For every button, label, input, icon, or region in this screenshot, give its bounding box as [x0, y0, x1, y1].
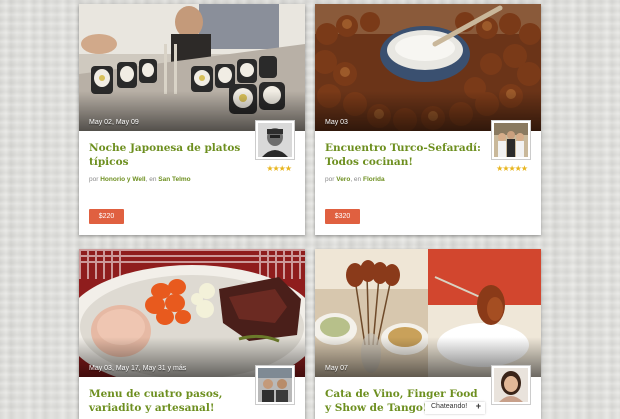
event-meta: por Honorio y Well, en San Telmo [89, 176, 191, 183]
chat-label: Chateando! [431, 403, 468, 410]
location-link[interactable]: San Telmo [158, 176, 190, 183]
event-card[interactable]: May 07 Cata de Vino, Finger Food y Show … [315, 249, 541, 419]
host-avatar[interactable] [255, 120, 295, 160]
event-title[interactable]: Encuentro Turco-Sefaradí: Todos cocinan! [325, 141, 485, 169]
meta-mid: , en [350, 176, 362, 183]
event-photo[interactable]: May 02, May 09 [79, 4, 305, 131]
host-avatar[interactable] [255, 365, 295, 405]
event-card[interactable]: May 02, May 09 ★★★★ Noche Japonesa de pl… [79, 4, 305, 235]
event-card[interactable]: May 03 ★★★★★ Encuentro Turco-Sefaradí: T… [315, 4, 541, 235]
meta-mid: , en [145, 176, 157, 183]
host-link[interactable]: Vero [336, 176, 350, 183]
price-button[interactable]: $220 [89, 209, 124, 224]
event-title[interactable]: Noche Japonesa de platos típicos [89, 141, 249, 169]
host-avatar[interactable] [491, 120, 531, 160]
event-title[interactable]: Menu de cuatro pasos, variadito y artesa… [89, 387, 249, 415]
event-dates: May 03, May 17, May 31 y más [89, 365, 187, 372]
rating-stars: ★★★★ [266, 164, 292, 173]
rating-stars: ★★★★★ [496, 164, 528, 173]
host-avatar[interactable] [491, 365, 531, 405]
meta-prefix: por [325, 176, 335, 183]
price-button[interactable]: $320 [325, 209, 360, 224]
chat-expand-icon[interactable]: + [476, 401, 481, 411]
event-photo[interactable]: May 03, May 17, May 31 y más [79, 249, 305, 377]
event-photo[interactable]: May 07 [315, 249, 541, 377]
chat-widget[interactable]: Chateando! + [425, 401, 485, 414]
event-dates: May 03 [325, 119, 348, 126]
event-photo[interactable]: May 03 [315, 4, 541, 131]
event-meta: por Vero, en Florida [325, 176, 385, 183]
event-dates: May 07 [325, 365, 348, 372]
meta-prefix: por [89, 176, 99, 183]
host-link[interactable]: Honorio y Well [100, 176, 145, 183]
event-dates: May 02, May 09 [89, 119, 139, 126]
location-link[interactable]: Florida [363, 176, 385, 183]
event-card[interactable]: May 03, May 17, May 31 y más Menu de cua… [79, 249, 305, 419]
